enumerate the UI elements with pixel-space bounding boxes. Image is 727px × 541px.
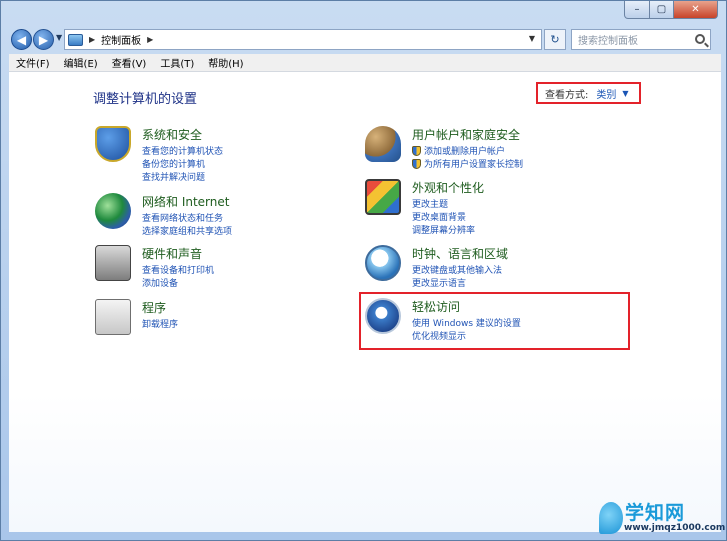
category-link[interactable]: 为所有用户设置家长控制 [412,157,523,170]
menu-tools[interactable]: 工具(T) [153,55,201,70]
category-title[interactable]: 硬件和声音 [142,245,202,262]
minimize-button[interactable]: – [624,1,650,19]
address-dropdown-chevron-icon[interactable]: ▼ [529,34,535,43]
watermark-logo-icon [599,502,623,534]
breadcrumb-control-panel[interactable]: 控制面板 [101,32,141,47]
menu-bar: 文件(F) 编辑(E) 查看(V) 工具(T) 帮助(H) [9,54,721,72]
menu-file[interactable]: 文件(F) [9,55,57,70]
page-title: 调整计算机的设置 [93,92,198,107]
window-controls: – ▢ ✕ [624,1,718,19]
category-link[interactable]: 调整屏幕分辨率 [412,223,475,236]
view-by-selector[interactable]: 查看方式: 类别 ▼ [536,82,641,104]
category-title[interactable]: 系统和安全 [142,126,202,143]
watermark-title: 学知网 [625,502,686,524]
category-link[interactable]: 添加或删除用户帐户 [412,144,523,157]
category-link[interactable]: 查看您的计算机状态 [142,144,223,157]
search-placeholder: 搜索控制面板 [578,36,638,47]
view-by-label: 查看方式: [545,89,589,101]
refresh-button[interactable]: ↻ [544,29,566,50]
watermark-url: www.jmqz1000.com [624,523,726,533]
programs-disc-icon[interactable] [95,299,131,335]
address-bar[interactable]: ▶ 控制面板 ▶ ▼ [64,29,542,50]
category-title[interactable]: 轻松访问 [412,298,460,315]
category-link[interactable]: 使用 Windows 建议的设置 [412,316,521,329]
printer-icon[interactable] [95,245,131,281]
address-row: ◀ ▶ ▼ ▶ 控制面板 ▶ ▼ ↻ 搜索控制面板 [1,27,726,53]
category-link[interactable]: 备份您的计算机 [142,157,223,170]
breadcrumb-separator-icon[interactable]: ▶ [89,35,95,44]
network-globe-icon[interactable] [95,193,131,229]
uac-shield-icon [412,145,421,156]
category-title[interactable]: 网络和 Internet [142,193,229,210]
paint-monitor-icon[interactable] [365,179,401,215]
shield-flag-icon[interactable] [95,126,131,162]
category-link[interactable]: 查找并解决问题 [142,170,223,183]
category-link[interactable]: 选择家庭组和共享选项 [142,224,232,237]
breadcrumb-separator-icon[interactable]: ▶ [147,35,153,44]
recent-pages-chevron-icon[interactable]: ▼ [56,33,62,42]
menu-view[interactable]: 查看(V) [105,55,154,70]
category-link[interactable]: 查看设备和打印机 [142,263,214,276]
menu-help[interactable]: 帮助(H) [201,55,250,70]
clock-globe-icon[interactable] [365,245,401,281]
search-input[interactable]: 搜索控制面板 [571,29,711,50]
category-link-text[interactable]: 添加或删除用户帐户 [424,144,505,157]
category-link[interactable]: 卸载程序 [142,317,178,330]
category-title[interactable]: 时钟、语言和区域 [412,245,508,262]
menu-edit[interactable]: 编辑(E) [57,55,105,70]
uac-shield-icon [412,158,421,169]
category-title[interactable]: 程序 [142,299,166,316]
title-bar: – ▢ ✕ [1,1,726,25]
category-link[interactable]: 查看网络状态和任务 [142,211,232,224]
view-by-value[interactable]: 类别 [596,86,616,101]
category-link[interactable]: 更改主题 [412,197,475,210]
users-icon[interactable] [365,126,401,162]
category-link[interactable]: 更改显示语言 [412,276,502,289]
maximize-button[interactable]: ▢ [650,1,674,19]
category-link[interactable]: 添加设备 [142,276,214,289]
control-panel-small-icon [68,33,83,46]
category-title[interactable]: 外观和个性化 [412,179,484,196]
ease-of-access-icon[interactable] [365,298,401,334]
category-link[interactable]: 更改桌面背景 [412,210,475,223]
category-link-text[interactable]: 为所有用户设置家长控制 [424,157,523,170]
forward-arrow-icon[interactable]: ▶ [33,29,54,50]
back-arrow-icon[interactable]: ◀ [11,29,32,50]
chevron-down-icon[interactable]: ▼ [622,89,628,98]
content-area: 调整计算机的设置 查看方式: 类别 ▼ 系统和安全 查看您的计算机状态 备份您的… [9,72,721,532]
category-title[interactable]: 用户帐户和家庭安全 [412,126,520,143]
category-link[interactable]: 优化视频显示 [412,329,521,342]
close-button[interactable]: ✕ [674,1,718,19]
control-panel-window: – ▢ ✕ ◀ ▶ ▼ ▶ 控制面板 ▶ ▼ ↻ 搜索控制面板 文件(F) 编辑… [0,0,727,541]
site-watermark: 学知网 www.jmqz1000.com [599,498,726,538]
search-icon[interactable] [695,34,705,44]
category-link[interactable]: 更改键盘或其他输入法 [412,263,502,276]
